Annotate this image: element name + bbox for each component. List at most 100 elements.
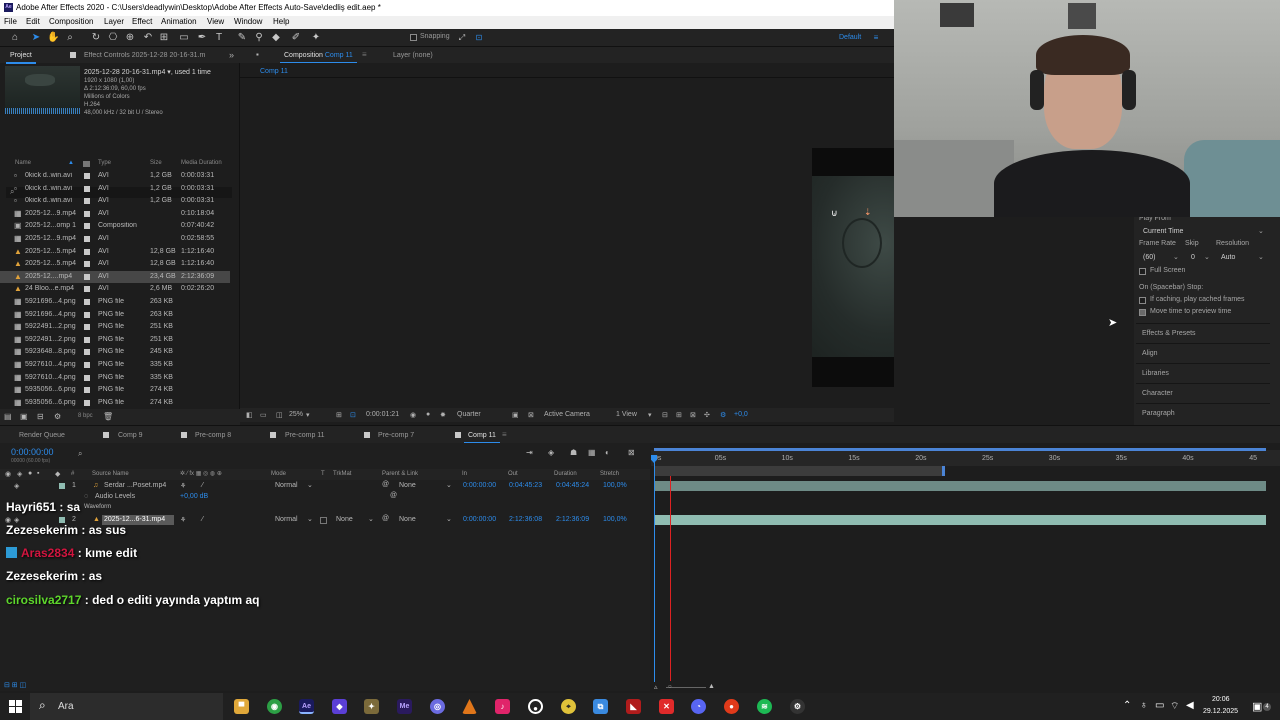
snapping-checkbox[interactable]: [410, 34, 417, 41]
clock-date[interactable]: 29.12.2025: [1203, 708, 1238, 715]
always-preview-icon[interactable]: ◧: [246, 411, 253, 419]
col-t[interactable]: T: [321, 471, 325, 477]
zoom-slider[interactable]: [666, 687, 706, 688]
menu-view[interactable]: View: [207, 17, 224, 26]
file-name[interactable]: 5921696...4.png: [25, 298, 77, 305]
lock-icon[interactable]: ▪: [37, 470, 39, 477]
game-launcher-icon[interactable]: ◣: [626, 699, 641, 714]
panel-effects-presets[interactable]: Effects & Presets: [1136, 323, 1270, 342]
delete-icon[interactable]: 🗑: [103, 412, 113, 421]
layer-duration[interactable]: 0:04:45:24: [556, 482, 589, 489]
clock-time[interactable]: 20:06: [1212, 696, 1230, 703]
view-layout-select[interactable]: 1 View: [616, 411, 637, 418]
file-name[interactable]: 5927610...4.png: [25, 361, 77, 368]
toggle-switches-icon[interactable]: ⊟ ⊞ ◫: [4, 681, 26, 689]
region-icon[interactable]: ⊡: [350, 411, 356, 419]
pickwhip-icon[interactable]: @: [382, 515, 389, 522]
file-name[interactable]: 5921696...4.png: [25, 311, 77, 318]
label-swatch[interactable]: [84, 336, 90, 343]
move-time-checkbox[interactable]: [1139, 309, 1146, 316]
label-swatch[interactable]: [84, 387, 90, 394]
panel-paragraph[interactable]: Paragraph: [1136, 403, 1270, 422]
rectangle-tool-icon[interactable]: ▭: [178, 32, 190, 44]
label-swatch[interactable]: [84, 248, 90, 255]
chevron-down-icon[interactable]: ⌄: [446, 515, 452, 523]
puppet-pin-icon[interactable]: ✦: [310, 32, 322, 44]
view-options-icon[interactable]: ▾: [648, 411, 652, 419]
tab-pre-comp-11[interactable]: Pre-comp 11: [285, 432, 325, 439]
zoom-slider-thumb[interactable]: ○: [668, 684, 672, 690]
work-area-end-handle[interactable]: [942, 466, 945, 476]
chevron-down-icon[interactable]: ⌄: [307, 515, 313, 523]
file-list-item[interactable]: ▲ 24 Bloo...e.mp4 AVI 2,6 MB 0:02:26:20: [0, 283, 230, 295]
monitor-icon[interactable]: ▭: [260, 411, 267, 419]
selection-tool-icon[interactable]: ➤: [30, 32, 42, 44]
app-icon[interactable]: ⧉: [593, 699, 608, 714]
file-name[interactable]: 2025-12...5.mp4: [25, 248, 77, 255]
workspace-menu-icon[interactable]: ≡: [870, 32, 882, 44]
label-swatch[interactable]: [84, 299, 90, 305]
fast-preview-icon[interactable]: ⊠: [690, 411, 696, 419]
panel-libraries[interactable]: Libraries: [1136, 363, 1270, 382]
col-source-name[interactable]: Source Name: [92, 471, 129, 477]
capcut-icon[interactable]: ♪: [495, 699, 510, 714]
file-name[interactable]: 2025-12...5.mp4: [25, 260, 77, 267]
menu-layer[interactable]: Layer: [104, 17, 124, 26]
label-swatch[interactable]: [84, 185, 90, 192]
search-icon[interactable]: ⌕: [78, 449, 82, 459]
eye-icon[interactable]: ◉: [5, 470, 11, 478]
rotate-tool-icon[interactable]: ↻: [90, 32, 102, 44]
zoom-in-icon[interactable]: ▲: [708, 683, 715, 690]
stopwatch-icon[interactable]: ◌: [84, 493, 88, 500]
col-size[interactable]: Size: [150, 160, 162, 166]
sort-asc-icon[interactable]: ▲: [68, 160, 74, 166]
lock-icon[interactable]: ▪: [256, 50, 259, 59]
draft-3d-icon[interactable]: ⊞: [676, 411, 682, 419]
menu-effect[interactable]: Effect: [132, 17, 152, 26]
clone-stamp-icon[interactable]: ⚲: [253, 32, 265, 44]
col-duration[interactable]: Duration: [554, 471, 577, 477]
chrome-icon[interactable]: ◉: [267, 699, 282, 714]
wifi-icon[interactable]: ⌔: [1170, 700, 1179, 713]
work-area-bar[interactable]: [654, 448, 1266, 451]
file-name[interactable]: 2025-12...9.mp4: [25, 235, 77, 242]
label-swatch[interactable]: [84, 349, 90, 356]
label-swatch[interactable]: [84, 210, 90, 217]
media-encoder-icon[interactable]: Me: [397, 699, 412, 714]
pickwhip-icon[interactable]: @: [390, 492, 397, 499]
chevron-down-icon[interactable]: ⌄: [1204, 253, 1210, 261]
layer-out[interactable]: 2:12:36:08: [509, 516, 542, 523]
col-duration[interactable]: Media Duration: [181, 160, 222, 166]
tab-render-queue[interactable]: Render Queue: [19, 432, 65, 439]
layer-duration[interactable]: 2:12:36:09: [556, 516, 589, 523]
file-list-item[interactable]: ▦ 5927610...4.png PNG file 335 KB: [0, 359, 230, 371]
file-list-item[interactable]: ▦ 5921696...4.png PNG file 263 KB: [0, 309, 230, 321]
file-list-item[interactable]: ▫ 0kick d..win.avi AVI 1,2 GB 0:00:03:31: [0, 170, 230, 182]
label-swatch[interactable]: [59, 483, 65, 489]
layer-2-track[interactable]: [654, 515, 1266, 525]
label-swatch[interactable]: [84, 286, 90, 293]
file-name[interactable]: 2025-12...9.mp4: [25, 210, 77, 217]
layer-name[interactable]: 2025-12...6-31.mp4: [104, 516, 165, 523]
layer-in[interactable]: 0:00:00:00: [463, 516, 496, 523]
tab-comp-11[interactable]: Comp 11: [464, 432, 500, 444]
menu-help[interactable]: Help: [273, 17, 289, 26]
settings-icon[interactable]: ⚙: [54, 412, 61, 421]
file-list-item[interactable]: ▦ 5923648...8.png PNG file 245 KB: [0, 346, 230, 358]
workspace-default[interactable]: Default: [839, 34, 861, 41]
chevron-down-icon[interactable]: ⌄: [1258, 227, 1264, 235]
pen-tool-icon[interactable]: ✒: [196, 32, 208, 44]
menu-window[interactable]: Window: [234, 17, 262, 26]
col-parent[interactable]: Parent & Link: [382, 471, 418, 477]
snap-features-icon[interactable]: ⊡: [473, 32, 485, 44]
col-in[interactable]: In: [462, 471, 467, 477]
file-name[interactable]: 5935056...6.png: [25, 386, 77, 393]
audio-icon[interactable]: ◈: [14, 482, 19, 490]
tab-layer[interactable]: Layer (none): [393, 52, 433, 59]
graph-editor-icon[interactable]: ⊠: [628, 448, 635, 457]
volume-icon[interactable]: ◀: [1186, 700, 1194, 711]
close-app-icon[interactable]: ✕: [659, 699, 674, 714]
full-screen-checkbox[interactable]: [1139, 268, 1146, 275]
file-list-item[interactable]: ▣ 2025-12...omp 1 Composition 0:07:40:42: [0, 220, 230, 232]
tab-menu-icon[interactable]: ≡: [502, 430, 507, 439]
